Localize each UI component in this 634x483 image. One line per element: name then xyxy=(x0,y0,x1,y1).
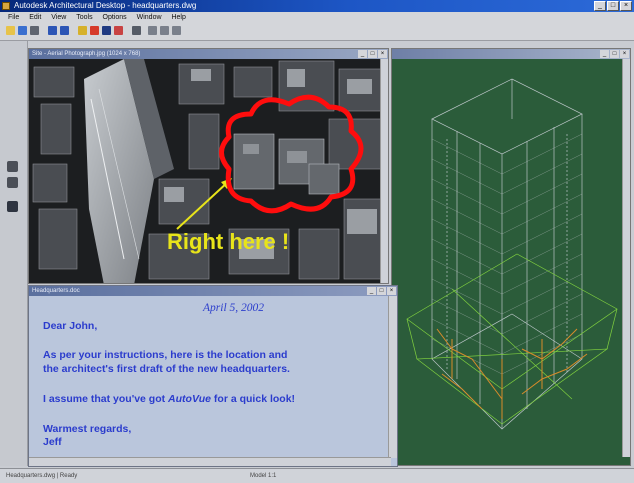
letter-body-line-1: As per your instructions, here is the lo… xyxy=(43,349,288,361)
letter-body-line-3: I assume that you've got AutoVue for a q… xyxy=(43,393,295,406)
minimize-button[interactable]: _ xyxy=(594,1,606,11)
menu-help[interactable]: Help xyxy=(171,12,185,23)
print-icon[interactable] xyxy=(30,26,39,35)
save-icon[interactable] xyxy=(18,26,27,35)
menu-window[interactable]: Window xyxy=(137,12,162,23)
pan-icon[interactable] xyxy=(148,26,157,35)
fit-icon[interactable] xyxy=(172,26,181,35)
layers-icon[interactable] xyxy=(132,26,141,35)
close-button[interactable]: × xyxy=(620,1,632,11)
text-icon[interactable] xyxy=(102,26,111,35)
letter-horizontal-scrollbar[interactable] xyxy=(29,457,391,466)
photo-window-titlebar: Site - Aerial Photograph.jpg (1024 x 768… xyxy=(29,49,388,59)
photo-minimize-button[interactable]: _ xyxy=(358,50,367,58)
letter-signature: Jeff xyxy=(43,436,62,448)
photo-vertical-scrollbar[interactable] xyxy=(380,59,388,283)
model-window-titlebar: _ □ × xyxy=(392,49,630,59)
model-viewer-window[interactable]: _ □ × xyxy=(391,48,631,466)
toolbar xyxy=(0,23,634,41)
model-minimize-button[interactable]: _ xyxy=(600,50,609,58)
model-maximize-button[interactable]: □ xyxy=(610,50,619,58)
properties-icon[interactable] xyxy=(7,177,18,188)
menu-view[interactable]: View xyxy=(51,12,66,23)
window-controls: _ □ × xyxy=(594,1,632,11)
app-titlebar: Autodesk Architectural Desktop - headqua… xyxy=(0,0,634,12)
photo-maximize-button[interactable]: □ xyxy=(368,50,377,58)
tool-palette-icon[interactable] xyxy=(7,161,18,172)
window-title: Autodesk Architectural Desktop - headqua… xyxy=(14,1,197,10)
left-tool-palette xyxy=(0,41,28,466)
cloud-icon[interactable] xyxy=(90,26,99,35)
rotate-icon[interactable] xyxy=(160,26,169,35)
menu-options[interactable]: Options xyxy=(103,12,127,23)
menu-tools[interactable]: Tools xyxy=(76,12,92,23)
model-vertical-scrollbar[interactable] xyxy=(622,59,630,457)
letter-assume-prefix: I assume that you've got xyxy=(43,393,169,405)
maximize-button[interactable]: □ xyxy=(607,1,619,11)
letter-assume-suffix: for a quick look! xyxy=(211,393,296,405)
zoom-in-icon[interactable] xyxy=(48,26,57,35)
letter-date: April 5, 2002 xyxy=(203,302,265,314)
zoom-out-icon[interactable] xyxy=(60,26,69,35)
letter-window-title: Headquarters.doc xyxy=(32,288,80,294)
letter-vertical-scrollbar[interactable] xyxy=(388,296,397,458)
pen-icon[interactable] xyxy=(114,26,123,35)
aerial-photograph: Right here ! xyxy=(29,59,388,283)
letter-document-window[interactable]: Headquarters.doc _ □ × April 5, 2002 Dea… xyxy=(28,285,398,467)
3d-wireframe-model xyxy=(392,59,630,457)
status-left: Headquarters.dwg | Ready xyxy=(6,473,78,479)
app-icon xyxy=(2,2,10,10)
menu-bar: File Edit View Tools Options Window Help xyxy=(0,12,634,23)
menu-edit[interactable]: Edit xyxy=(29,12,41,23)
navigator-icon[interactable] xyxy=(7,201,18,212)
annotation-text: Right here ! xyxy=(167,229,289,254)
aerial-photo-window[interactable]: Site - Aerial Photograph.jpg (1024 x 768… xyxy=(28,48,389,284)
open-icon[interactable] xyxy=(6,26,15,35)
letter-window-titlebar: Headquarters.doc _ □ × xyxy=(29,286,397,296)
letter-maximize-button[interactable]: □ xyxy=(377,287,386,295)
letter-closing: Warmest regards, xyxy=(43,423,132,435)
letter-greeting: Dear John, xyxy=(43,320,98,332)
status-bar: Headquarters.dwg | Ready Model 1:1 xyxy=(0,468,634,483)
photo-window-title: Site - Aerial Photograph.jpg (1024 x 768… xyxy=(32,51,141,57)
letter-minimize-button[interactable]: _ xyxy=(367,287,376,295)
status-right: Model 1:1 xyxy=(250,473,277,479)
menu-file[interactable]: File xyxy=(8,12,19,23)
letter-close-button[interactable]: × xyxy=(387,287,396,295)
photo-close-button[interactable]: × xyxy=(378,50,387,58)
letter-body-line-2: the architect's first draft of the new h… xyxy=(43,363,290,375)
model-close-button[interactable]: × xyxy=(620,50,629,58)
markup-icon[interactable] xyxy=(78,26,87,35)
letter-product-name: AutoVue xyxy=(168,393,212,405)
